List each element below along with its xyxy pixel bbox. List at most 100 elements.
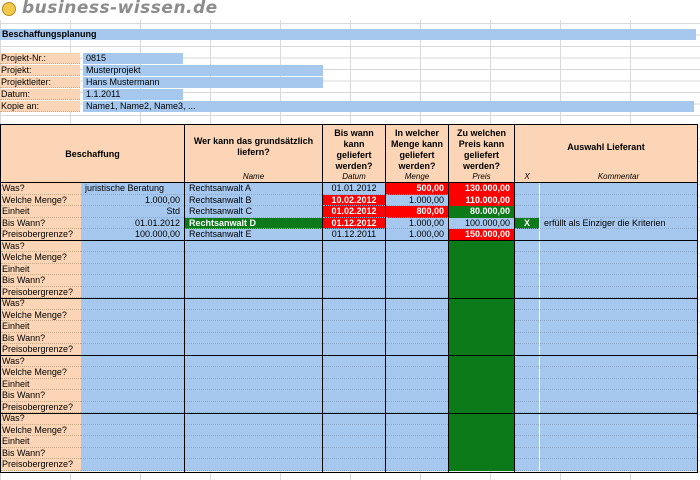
supplier-kommentar[interactable] [540, 298, 697, 310]
row-label[interactable]: Bis Wann? [1, 217, 81, 229]
requirement-value[interactable] [81, 459, 184, 471]
supplier-x[interactable] [515, 286, 539, 298]
supplier-datum[interactable] [323, 459, 385, 471]
supplier-x[interactable] [515, 436, 539, 448]
supplier-name[interactable] [185, 459, 322, 471]
project-info-value[interactable]: Hans Mustermann [83, 77, 323, 88]
supplier-kommentar[interactable] [540, 424, 697, 436]
requirement-value[interactable] [81, 321, 184, 333]
supplier-name[interactable] [185, 275, 322, 287]
supplier-kommentar[interactable] [540, 367, 697, 379]
supplier-kommentar[interactable] [540, 229, 697, 241]
supplier-datum[interactable] [323, 390, 385, 402]
supplier-preis[interactable] [449, 332, 514, 344]
requirement-value[interactable]: Std [81, 206, 184, 218]
supplier-datum[interactable]: 01.12.2012 [323, 217, 385, 229]
supplier-menge[interactable] [386, 390, 448, 402]
supplier-datum[interactable] [323, 378, 385, 390]
supplier-datum[interactable] [323, 263, 385, 275]
requirement-value[interactable] [81, 378, 184, 390]
row-label[interactable]: Welche Menge? [1, 309, 81, 321]
supplier-menge[interactable] [386, 436, 448, 448]
header-beschaffung[interactable]: Beschaffung [1, 125, 184, 183]
supplier-preis[interactable] [449, 309, 514, 321]
supplier-kommentar[interactable] [540, 332, 697, 344]
supplier-preis[interactable] [449, 459, 514, 471]
row-label[interactable]: Preisobergrenze? [1, 401, 81, 413]
supplier-preis[interactable]: 110.000,00 [449, 194, 514, 206]
row-label[interactable]: Preisobergrenze? [1, 344, 81, 356]
row-label[interactable]: Einheit [1, 436, 81, 448]
project-info-value[interactable]: 0815 [83, 53, 183, 64]
supplier-x[interactable] [515, 367, 539, 379]
supplier-menge[interactable] [386, 459, 448, 471]
row-label[interactable]: Preisobergrenze? [1, 286, 81, 298]
supplier-menge[interactable] [386, 344, 448, 356]
supplier-kommentar[interactable]: erfüllt als Einziger die Kriterien [540, 217, 697, 229]
requirement-value[interactable] [81, 447, 184, 459]
supplier-name[interactable] [185, 240, 322, 252]
supplier-menge[interactable] [386, 286, 448, 298]
supplier-name[interactable] [185, 390, 322, 402]
supplier-kommentar[interactable] [540, 355, 697, 367]
row-label[interactable]: Was? [1, 355, 81, 367]
supplier-menge[interactable]: 500,00 [386, 183, 448, 195]
supplier-menge[interactable] [386, 378, 448, 390]
requirement-value[interactable] [81, 263, 184, 275]
supplier-name[interactable]: Rechtsanwalt A [185, 183, 322, 195]
supplier-preis[interactable]: 150.000,00 [449, 229, 514, 241]
supplier-datum[interactable] [323, 424, 385, 436]
supplier-preis[interactable] [449, 436, 514, 448]
supplier-kommentar[interactable] [540, 321, 697, 333]
supplier-x[interactable] [515, 390, 539, 402]
supplier-x[interactable] [515, 263, 539, 275]
supplier-kommentar[interactable] [540, 206, 697, 218]
supplier-name[interactable] [185, 252, 322, 264]
supplier-datum[interactable] [323, 252, 385, 264]
supplier-preis[interactable] [449, 390, 514, 402]
supplier-x[interactable] [515, 309, 539, 321]
supplier-preis[interactable] [449, 275, 514, 287]
supplier-x[interactable] [515, 355, 539, 367]
supplier-datum[interactable] [323, 401, 385, 413]
row-label[interactable]: Bis Wann? [1, 390, 81, 402]
row-label[interactable]: Was? [1, 413, 81, 425]
supplier-x[interactable] [515, 332, 539, 344]
supplier-preis[interactable] [449, 263, 514, 275]
supplier-x[interactable] [515, 240, 539, 252]
supplier-kommentar[interactable] [540, 252, 697, 264]
supplier-menge[interactable] [386, 447, 448, 459]
row-label[interactable]: Welche Menge? [1, 424, 81, 436]
project-info-value[interactable]: Musterprojekt [83, 65, 323, 76]
supplier-preis[interactable] [449, 298, 514, 310]
supplier-kommentar[interactable] [540, 413, 697, 425]
supplier-x[interactable] [515, 378, 539, 390]
supplier-x[interactable] [515, 344, 539, 356]
supplier-menge[interactable] [386, 401, 448, 413]
supplier-name[interactable] [185, 436, 322, 448]
supplier-menge[interactable] [386, 240, 448, 252]
supplier-datum[interactable]: 01.01.2012 [323, 183, 385, 195]
requirement-value[interactable] [81, 286, 184, 298]
supplier-preis[interactable] [449, 424, 514, 436]
row-label[interactable]: Welche Menge? [1, 367, 81, 379]
supplier-datum[interactable] [323, 298, 385, 310]
supplier-name[interactable] [185, 321, 322, 333]
supplier-x[interactable]: X [515, 217, 539, 229]
supplier-name[interactable]: Rechtsanwalt E [185, 229, 322, 241]
requirement-value[interactable] [81, 240, 184, 252]
supplier-name[interactable] [185, 355, 322, 367]
supplier-x[interactable] [515, 321, 539, 333]
supplier-kommentar[interactable] [540, 240, 697, 252]
supplier-name[interactable] [185, 344, 322, 356]
supplier-datum[interactable] [323, 286, 385, 298]
supplier-kommentar[interactable] [540, 401, 697, 413]
row-label[interactable]: Was? [1, 240, 81, 252]
supplier-preis[interactable]: 100.000,00 [449, 217, 514, 229]
supplier-kommentar[interactable] [540, 378, 697, 390]
row-label[interactable]: Einheit [1, 378, 81, 390]
supplier-menge[interactable] [386, 424, 448, 436]
supplier-kommentar[interactable] [540, 194, 697, 206]
requirement-value[interactable]: juristische Beratung [81, 183, 184, 195]
supplier-x[interactable] [515, 252, 539, 264]
